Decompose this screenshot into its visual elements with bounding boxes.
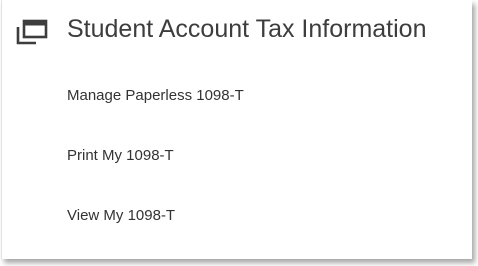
print-1098t-link[interactable]: Print My 1098-T xyxy=(67,146,174,166)
tax-info-card: Student Account Tax Information Manage P… xyxy=(1,0,472,259)
card-header: Student Account Tax Information xyxy=(2,0,472,60)
manage-paperless-1098t-link[interactable]: Manage Paperless 1098-T xyxy=(67,86,244,106)
page-title: Student Account Tax Information xyxy=(67,15,427,43)
view-1098t-link[interactable]: View My 1098-T xyxy=(67,206,175,226)
window-stack-icon xyxy=(16,19,50,45)
